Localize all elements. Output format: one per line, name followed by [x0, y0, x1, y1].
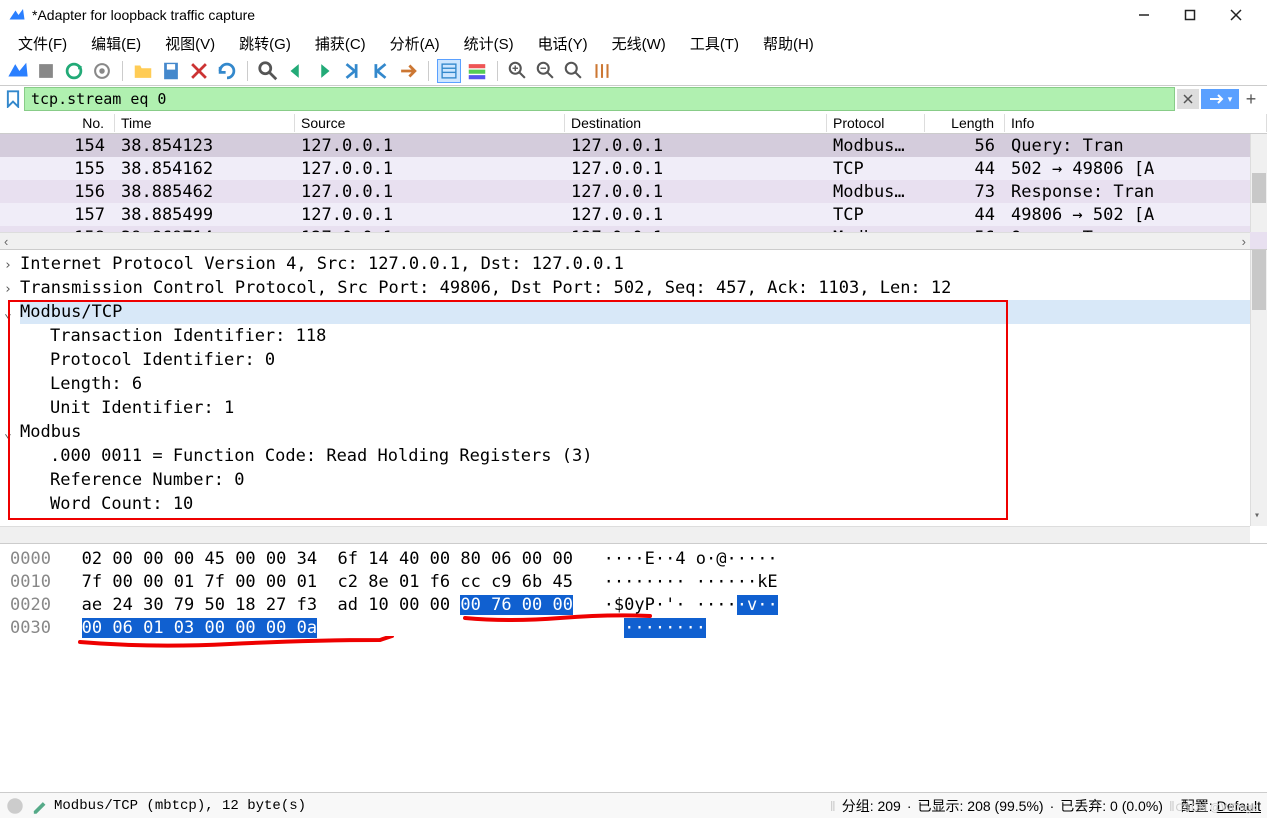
chevron-right-icon[interactable]: › [4, 254, 12, 278]
col-source[interactable]: Source [295, 114, 565, 132]
col-destination[interactable]: Destination [565, 114, 827, 132]
packet-list-hscrollbar[interactable] [0, 232, 1250, 249]
restart-capture-icon[interactable] [62, 59, 86, 83]
detail-tcp[interactable]: ›Transmission Control Protocol, Src Port… [20, 276, 1261, 300]
zoom-in-icon[interactable] [506, 59, 530, 83]
close-file-icon[interactable] [187, 59, 211, 83]
toolbar-separator [428, 61, 429, 81]
chevron-down-icon[interactable]: ⌄ [4, 422, 12, 446]
display-filter-input[interactable] [24, 87, 1175, 111]
minimize-button[interactable] [1121, 0, 1167, 30]
status-bar: Modbus/TCP (mbtcp), 12 byte(s) ‖ 分组: 209… [0, 792, 1267, 818]
packet-list-header: No. Time Source Destination Protocol Len… [0, 112, 1267, 134]
details-vscrollbar[interactable] [1250, 250, 1267, 526]
open-file-icon[interactable] [131, 59, 155, 83]
hex-dump-pane[interactable]: 0000 02 00 00 00 45 00 00 34 6f 14 40 00… [0, 544, 1267, 754]
hex-row: 0000 02 00 00 00 45 00 00 34 6f 14 40 00… [10, 548, 1257, 571]
packet-row[interactable]: 15738.885499127.0.0.1127.0.0.1TCP4449806… [0, 203, 1267, 226]
save-file-icon[interactable] [159, 59, 183, 83]
menu-go[interactable]: 跳转(G) [227, 31, 303, 56]
add-filter-button[interactable]: + [1243, 89, 1259, 110]
toolbar-separator [247, 61, 248, 81]
menu-help[interactable]: 帮助(H) [751, 31, 826, 56]
toolbar-separator [122, 61, 123, 81]
detail-reference-number[interactable]: Reference Number: 0 [20, 468, 1261, 492]
detail-modbus[interactable]: ⌄Modbus [20, 420, 1261, 444]
menu-wireless[interactable]: 无线(W) [600, 31, 678, 56]
reload-icon[interactable] [215, 59, 239, 83]
detail-transaction-id[interactable]: Transaction Identifier: 118 [20, 324, 1261, 348]
go-back-icon[interactable] [284, 59, 308, 83]
maximize-button[interactable] [1167, 0, 1213, 30]
chevron-down-icon[interactable]: ⌄ [4, 302, 12, 326]
menu-tools[interactable]: 工具(T) [678, 31, 751, 56]
start-capture-icon[interactable] [6, 59, 30, 83]
window-title: *Adapter for loopback traffic capture [32, 7, 1121, 23]
edit-icon[interactable] [30, 797, 48, 815]
capture-options-icon[interactable] [90, 59, 114, 83]
detail-ip[interactable]: ›Internet Protocol Version 4, Src: 127.0… [20, 252, 1261, 276]
menu-view[interactable]: 视图(V) [153, 31, 227, 56]
packet-details-pane: ›Internet Protocol Version 4, Src: 127.0… [0, 250, 1267, 544]
toolbar [0, 56, 1267, 86]
status-dropped: 已丢弃: 0 (0.0%) [1060, 796, 1163, 816]
clear-filter-button[interactable] [1177, 89, 1199, 109]
details-hscrollbar[interactable] [0, 526, 1250, 543]
menu-file[interactable]: 文件(F) [6, 31, 79, 56]
title-bar: *Adapter for loopback traffic capture [0, 0, 1267, 30]
menu-telephony[interactable]: 电话(Y) [526, 31, 600, 56]
packet-row[interactable]: 15538.854162127.0.0.1127.0.0.1TCP44502 →… [0, 157, 1267, 180]
menu-bar: 文件(F) 编辑(E) 视图(V) 跳转(G) 捕获(C) 分析(A) 统计(S… [0, 30, 1267, 56]
status-profile-value[interactable]: Default [1217, 798, 1261, 814]
packet-row[interactable]: 15638.885462127.0.0.1127.0.0.1Modbus…73R… [0, 180, 1267, 203]
go-last-icon[interactable] [396, 59, 420, 83]
chevron-right-icon[interactable]: › [4, 278, 12, 302]
col-length[interactable]: Length [925, 114, 1005, 132]
find-icon[interactable] [256, 59, 280, 83]
hex-row: 0010 7f 00 00 01 7f 00 00 01 c2 8e 01 f6… [10, 571, 1257, 594]
detail-length[interactable]: Length: 6 [20, 372, 1261, 396]
resize-columns-icon[interactable] [590, 59, 614, 83]
stop-capture-icon[interactable] [34, 59, 58, 83]
filter-bar: ▾ + [0, 86, 1267, 112]
status-profile-label: 配置: [1181, 796, 1213, 816]
zoom-reset-icon[interactable] [562, 59, 586, 83]
col-no[interactable]: No. [0, 114, 115, 132]
app-icon [8, 6, 26, 24]
zoom-out-icon[interactable] [534, 59, 558, 83]
detail-unit-id[interactable]: Unit Identifier: 1 [20, 396, 1261, 420]
colorize-icon[interactable] [465, 59, 489, 83]
detail-modbus-tcp[interactable]: ⌄Modbus/TCP [20, 300, 1261, 324]
go-first-icon[interactable] [368, 59, 392, 83]
detail-word-count[interactable]: Word Count: 10 [20, 492, 1261, 516]
menu-analyze[interactable]: 分析(A) [378, 31, 452, 56]
go-to-packet-icon[interactable] [340, 59, 364, 83]
status-groups: 分组: 209 [842, 796, 901, 816]
annotation-underline [70, 636, 400, 652]
status-displayed: 已显示: 208 (99.5%) [918, 796, 1044, 816]
go-forward-icon[interactable] [312, 59, 336, 83]
packet-row[interactable]: 15438.854123127.0.0.1127.0.0.1Modbus…56 … [0, 134, 1267, 157]
packet-list-vscrollbar[interactable] [1250, 134, 1267, 232]
packet-list-pane: No. Time Source Destination Protocol Len… [0, 112, 1267, 250]
col-protocol[interactable]: Protocol [827, 114, 925, 132]
apply-filter-button[interactable]: ▾ [1201, 89, 1239, 109]
toolbar-separator [497, 61, 498, 81]
annotation-underline [460, 612, 660, 626]
bookmark-filter-icon[interactable] [4, 90, 22, 108]
autoscroll-icon[interactable] [437, 59, 461, 83]
status-protocol: Modbus/TCP (mbtcp), 12 byte(s) [54, 798, 824, 814]
expert-info-icon[interactable] [6, 797, 24, 815]
detail-protocol-id[interactable]: Protocol Identifier: 0 [20, 348, 1261, 372]
menu-edit[interactable]: 编辑(E) [79, 31, 153, 56]
close-button[interactable] [1213, 0, 1259, 30]
detail-function-code[interactable]: .000 0011 = Function Code: Read Holding … [20, 444, 1261, 468]
menu-statistics[interactable]: 统计(S) [452, 31, 526, 56]
col-info[interactable]: Info [1005, 114, 1267, 132]
menu-capture[interactable]: 捕获(C) [303, 31, 378, 56]
col-time[interactable]: Time [115, 114, 295, 132]
